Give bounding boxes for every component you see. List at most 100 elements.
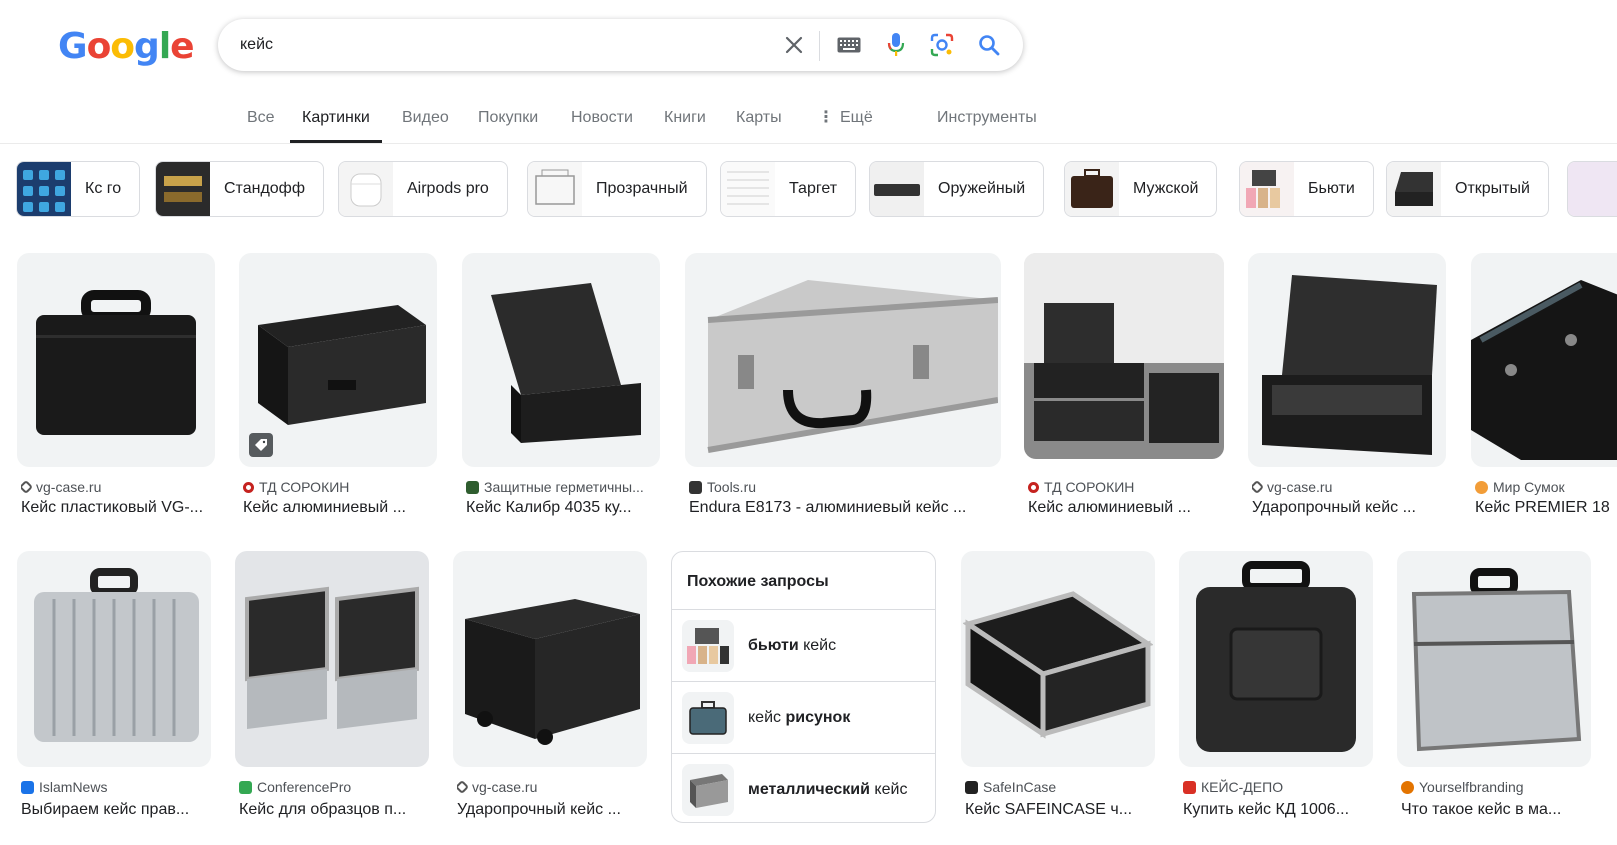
result-source[interactable]: vg-case.ru: [21, 479, 211, 495]
chip-airpods[interactable]: Airpods pro: [338, 161, 508, 217]
result-title[interactable]: Выбираем кейс прав...: [21, 801, 207, 819]
result-title[interactable]: Ударопрочный кейс ...: [1252, 499, 1442, 517]
result-image[interactable]: [1024, 253, 1224, 459]
image-result[interactable]: vg-case.ru Кейс пластиковый VG-...: [17, 253, 215, 518]
chip-csgo[interactable]: Кс го: [16, 161, 141, 217]
favicon-icon: [457, 779, 470, 795]
result-title[interactable]: Купить кейс КД 1006...: [1183, 801, 1369, 819]
result-source[interactable]: SafeInCase: [965, 779, 1151, 795]
result-title[interactable]: Кейс PREMIER 18: [1475, 499, 1617, 517]
close-icon[interactable]: [778, 29, 810, 61]
tab-tools[interactable]: Инструменты: [937, 96, 1037, 143]
tab-images[interactable]: Картинки: [290, 96, 382, 143]
result-source-text: ТД СОРОКИН: [259, 479, 350, 495]
result-source[interactable]: Yourselfbranding: [1401, 779, 1587, 795]
chip-more[interactable]: [1567, 161, 1617, 217]
result-source[interactable]: ConferencePro: [239, 779, 425, 795]
result-image[interactable]: [1179, 551, 1373, 767]
result-title[interactable]: Кейс пластиковый VG-...: [21, 499, 211, 517]
chip-transparent[interactable]: Прозрачный: [527, 161, 707, 217]
image-result[interactable]: ConferencePro Кейс для образцов п...: [235, 551, 429, 826]
tab-books[interactable]: Книги: [664, 96, 706, 143]
tab-news[interactable]: Новости: [571, 96, 633, 143]
chip-thumbnail: [156, 162, 210, 216]
related-item-beauty[interactable]: бьюти кейс: [672, 609, 935, 681]
result-title[interactable]: Endura E8173 - алюминиевый кейс ...: [689, 499, 997, 517]
result-source[interactable]: ТД СОРОКИН: [243, 479, 433, 495]
chip-label: Прозрачный: [596, 180, 688, 197]
favicon-icon: [1252, 479, 1265, 495]
result-image[interactable]: [462, 253, 660, 467]
image-result[interactable]: IslamNews Выбираем кейс прав...: [17, 551, 211, 826]
tab-all[interactable]: Все: [247, 96, 275, 143]
result-source-text: Tools.ru: [707, 479, 757, 495]
result-image[interactable]: [1248, 253, 1446, 467]
tab-shopping[interactable]: Покупки: [478, 96, 538, 143]
search-icon[interactable]: [973, 29, 1005, 61]
chip-beauty[interactable]: Бьюти: [1239, 161, 1374, 217]
result-source[interactable]: Защитные герметичны...: [466, 479, 656, 495]
chip-thumbnail: [870, 162, 924, 216]
result-source[interactable]: ТД СОРОКИН: [1028, 479, 1220, 495]
image-result[interactable]: vg-case.ru Ударопрочный кейс ...: [1248, 253, 1446, 518]
lens-icon[interactable]: [926, 29, 958, 61]
result-source[interactable]: vg-case.ru: [457, 779, 643, 795]
result-title[interactable]: Кейс алюминиевый ...: [243, 499, 433, 517]
tab-more[interactable]: ⋮ Ещё: [818, 96, 873, 143]
logo-letter: o: [86, 26, 112, 67]
result-image[interactable]: [685, 253, 1001, 467]
result-image[interactable]: [239, 253, 437, 467]
tab-maps[interactable]: Карты: [736, 96, 782, 143]
image-result[interactable]: vg-case.ru Ударопрочный кейс ...: [453, 551, 647, 826]
result-source[interactable]: КЕЙС-ДЕПО: [1183, 779, 1369, 795]
result-image[interactable]: [1397, 551, 1591, 767]
result-source[interactable]: Мир Сумок: [1475, 479, 1617, 495]
image-result[interactable]: SafeInCase Кейс SAFEINCASE ч...: [961, 551, 1155, 826]
result-source[interactable]: Tools.ru: [689, 479, 997, 495]
result-image[interactable]: [961, 551, 1155, 767]
related-item-drawing[interactable]: кейс рисунок: [672, 681, 935, 753]
chip-target[interactable]: Таргет: [720, 161, 857, 217]
result-title[interactable]: Кейс для образцов п...: [239, 801, 425, 819]
logo-letter: l: [158, 26, 171, 67]
search-divider: [819, 31, 820, 61]
result-title[interactable]: Кейс Калибр 4035 ку...: [466, 499, 656, 517]
favicon-icon: [243, 481, 254, 493]
related-item-metal[interactable]: металлический кейс: [672, 753, 935, 822]
image-result[interactable]: КЕЙС-ДЕПО Купить кейс КД 1006...: [1179, 551, 1373, 826]
chip-weapon[interactable]: Оружейный: [869, 161, 1045, 217]
microphone-icon[interactable]: [880, 29, 912, 61]
result-title[interactable]: Кейс алюминиевый ...: [1028, 499, 1220, 517]
chip-standoff[interactable]: Стандофф: [155, 161, 324, 217]
result-image[interactable]: [17, 551, 211, 767]
image-result[interactable]: Tools.ru Endura E8173 - алюминиевый кейс…: [685, 253, 1001, 518]
keyboard-icon[interactable]: [833, 29, 865, 61]
related-bold: рисунок: [785, 708, 851, 726]
image-result[interactable]: Мир Сумок Кейс PREMIER 18: [1471, 253, 1617, 518]
related-rest: кейс: [798, 636, 837, 654]
chip-mens[interactable]: Мужской: [1064, 161, 1218, 217]
related-searches: Похожие запросы бьюти кейс кейс рисунок …: [671, 551, 936, 823]
chip-thumbnail: [1387, 162, 1441, 216]
result-title[interactable]: Что такое кейс в ма...: [1401, 801, 1587, 819]
google-logo[interactable]: Google: [58, 26, 195, 67]
favicon-icon: [1183, 780, 1196, 794]
result-image[interactable]: [1471, 253, 1617, 467]
result-title[interactable]: Кейс SAFEINCASE ч...: [965, 801, 1151, 819]
image-result[interactable]: Yourselfbranding Что такое кейс в ма...: [1397, 551, 1591, 826]
result-image[interactable]: [235, 551, 429, 767]
result-source[interactable]: vg-case.ru: [1252, 479, 1442, 495]
result-image[interactable]: [17, 253, 215, 467]
favicon-icon: [1401, 780, 1414, 794]
image-result[interactable]: ТД СОРОКИН Кейс алюминиевый ...: [1024, 253, 1224, 518]
chip-open[interactable]: Открытый: [1386, 161, 1549, 217]
image-result[interactable]: Защитные герметичны... Кейс Калибр 4035 …: [462, 253, 660, 518]
result-source-text: Yourselfbranding: [1419, 779, 1524, 795]
related-item-text: кейс рисунок: [748, 709, 850, 727]
search-input[interactable]: [240, 33, 760, 57]
result-image[interactable]: [453, 551, 647, 767]
tab-video[interactable]: Видео: [402, 96, 449, 143]
image-result[interactable]: ТД СОРОКИН Кейс алюминиевый ...: [239, 253, 437, 518]
result-source[interactable]: IslamNews: [21, 779, 207, 795]
result-title[interactable]: Ударопрочный кейс ...: [457, 801, 643, 819]
